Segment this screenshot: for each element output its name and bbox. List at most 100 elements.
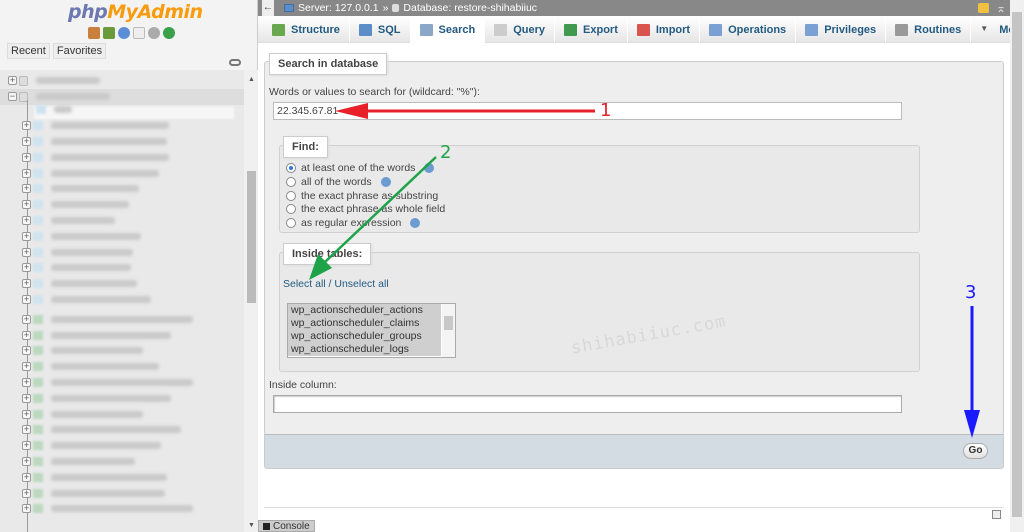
expand-icon[interactable]: +	[22, 136, 31, 146]
docs-icon[interactable]	[133, 27, 145, 39]
table-option[interactable]: wp_actionscheduler_groups	[288, 330, 441, 343]
home-icon[interactable]	[88, 27, 100, 39]
tree-table-item[interactable]: +	[22, 406, 242, 422]
tables-scrollbar-thumb[interactable]	[444, 316, 453, 330]
tree-table-item[interactable]: +	[22, 375, 242, 391]
main-scrollbar-thumb[interactable]	[1012, 12, 1022, 517]
expand-icon[interactable]: +	[22, 152, 31, 162]
expand-icon[interactable]: +	[22, 263, 31, 273]
tab-query[interactable]: Query	[485, 16, 556, 43]
back-arrow-icon[interactable]: ←	[262, 0, 274, 16]
help-icon[interactable]	[410, 218, 421, 228]
collapse-icon[interactable]: −	[8, 92, 17, 102]
expand-icon[interactable]: +	[22, 456, 31, 466]
find-option-label[interactable]: the exact phrase as substring	[301, 190, 438, 202]
expand-icon[interactable]: +	[22, 247, 31, 257]
tree-table-item[interactable]: +	[22, 422, 242, 438]
tree-table-item[interactable]: +	[22, 165, 242, 181]
help-icon[interactable]	[424, 163, 435, 173]
breadcrumb-database[interactable]: Database: restore-shihabiiuc	[403, 2, 537, 14]
tree-db-item[interactable]: +	[0, 73, 244, 89]
tree-table-item[interactable]: +	[22, 311, 242, 327]
radio-button[interactable]	[286, 204, 296, 214]
expand-icon[interactable]: +	[22, 330, 31, 340]
expand-icon[interactable]: +	[22, 377, 31, 387]
find-option-label[interactable]: as regular expression	[301, 217, 401, 229]
expand-icon[interactable]: +	[22, 279, 31, 289]
logout-icon[interactable]	[103, 27, 115, 39]
tree-new-item[interactable]	[22, 102, 242, 118]
tree-table-item[interactable]: +	[22, 244, 242, 260]
tree-table-item[interactable]: +	[22, 469, 242, 485]
recent-button[interactable]: Recent	[7, 43, 50, 59]
find-option-label[interactable]: the exact phrase as whole field	[301, 203, 445, 215]
select-all-link[interactable]: Select all	[283, 278, 326, 290]
find-option-label[interactable]: all of the words	[301, 176, 372, 188]
expand-icon[interactable]: +	[22, 314, 31, 324]
find-option[interactable]: the exact phrase as substring	[286, 190, 438, 202]
search-words-input[interactable]	[273, 102, 902, 120]
expand-icon[interactable]: +	[8, 76, 17, 86]
tree-table-item[interactable]: +	[22, 343, 242, 359]
expand-icon[interactable]: +	[22, 393, 31, 403]
expand-icon[interactable]: +	[22, 346, 31, 356]
tree-table-item[interactable]: +	[22, 292, 242, 308]
tab-privileges[interactable]: Privileges	[796, 16, 887, 43]
tables-scrollbar[interactable]	[442, 304, 455, 357]
tree-table-item[interactable]: +	[22, 454, 242, 470]
tree-table-item[interactable]: +	[22, 181, 242, 197]
tree-table-item[interactable]: +	[22, 327, 242, 343]
console-tab[interactable]: Console	[258, 520, 315, 532]
table-option[interactable]: wp_actionscheduler_claims	[288, 317, 441, 330]
scroll-down-icon[interactable]: ▼	[248, 522, 255, 529]
tab-operations[interactable]: Operations	[700, 16, 797, 43]
find-option[interactable]: the exact phrase as whole field	[286, 203, 445, 215]
expand-icon[interactable]: +	[22, 168, 31, 178]
favorites-button[interactable]: Favorites	[52, 43, 107, 59]
tab-export[interactable]: Export	[555, 16, 628, 43]
tree-table-item[interactable]: +	[22, 501, 242, 517]
find-option[interactable]: as regular expression	[286, 217, 421, 229]
tree-table-item[interactable]: +	[22, 438, 242, 454]
expand-icon[interactable]: +	[22, 504, 31, 514]
table-option[interactable]: wp_actionscheduler_logs	[288, 343, 441, 356]
tree-table-item[interactable]: +	[22, 390, 242, 406]
tab-routines[interactable]: Routines	[886, 16, 972, 43]
tree-table-item[interactable]: +	[22, 276, 242, 292]
find-option-label[interactable]: at least one of the words	[301, 162, 415, 174]
table-option[interactable]: wp_actionscheduler_actions	[288, 304, 441, 317]
reload-icon[interactable]	[163, 27, 175, 39]
breadcrumb-server[interactable]: Server: 127.0.0.1	[298, 2, 379, 14]
tree-table-item[interactable]: +	[22, 359, 242, 375]
expand-icon[interactable]: +	[22, 215, 31, 225]
collapse-top-icon[interactable]: ⌅	[996, 1, 1006, 15]
go-button[interactable]: Go	[963, 443, 988, 459]
sidebar-scrollbar-thumb[interactable]	[247, 171, 256, 303]
help-icon[interactable]	[380, 177, 391, 187]
link-with-main-panel-icon[interactable]	[229, 59, 241, 66]
find-option[interactable]: at least one of the words	[286, 162, 435, 174]
settings-icon[interactable]	[148, 27, 160, 39]
expand-icon[interactable]: +	[22, 409, 31, 419]
radio-button[interactable]	[286, 218, 296, 228]
radio-button[interactable]	[286, 191, 296, 201]
expand-icon[interactable]: +	[22, 121, 31, 131]
expand-icon[interactable]: +	[22, 362, 31, 372]
scroll-up-icon[interactable]: ▲	[248, 76, 255, 83]
expand-icon[interactable]: +	[22, 294, 31, 304]
expand-icon[interactable]: +	[22, 472, 31, 482]
help-icon[interactable]	[118, 27, 130, 39]
expand-icon[interactable]: +	[22, 425, 31, 435]
tree-table-item[interactable]: +	[22, 260, 242, 276]
tab-sql[interactable]: SQL	[350, 16, 411, 43]
inside-column-input[interactable]	[273, 395, 902, 413]
unselect-all-link[interactable]: Unselect all	[334, 278, 388, 290]
phpmyadmin-logo[interactable]: phpMyAdmin	[68, 1, 203, 23]
tab-search[interactable]: Search	[410, 16, 486, 43]
tables-multiselect[interactable]: wp_actionscheduler_actions wp_actionsched…	[287, 303, 456, 358]
tree-table-item[interactable]: +	[22, 134, 242, 150]
tree-table-item[interactable]: +	[22, 213, 242, 229]
expand-icon[interactable]: +	[22, 200, 31, 210]
tab-import[interactable]: Import	[628, 16, 701, 43]
radio-button[interactable]	[286, 177, 296, 187]
